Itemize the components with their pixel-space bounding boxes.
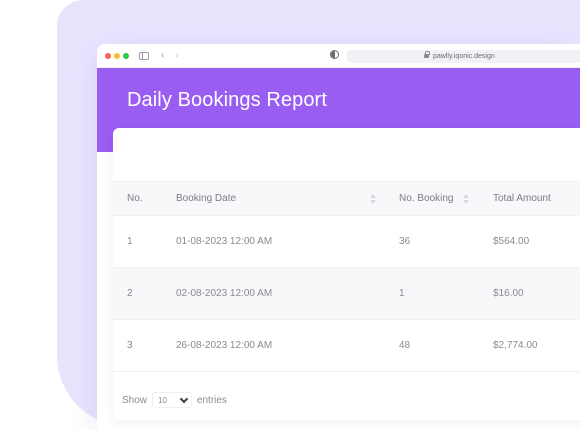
row-total-amount: $2,774.00 [493,340,538,351]
table-footer: Show 10 entries [122,392,227,408]
sort-icon[interactable] [370,194,376,205]
header-no[interactable]: No. [127,182,143,215]
address-text: pawlly.iqonic.design [433,53,495,60]
row-no-booking: 48 [399,340,411,351]
row-booking-date: 02-08-2023 12:00 AM [176,288,273,299]
maximize-window-button[interactable] [123,53,129,59]
back-icon[interactable]: ‹ [161,49,164,63]
table-row: 3 26-08-2023 12:00 AM 48 $2,774.00 [113,320,580,372]
minimize-window-button[interactable] [114,53,120,59]
show-label: Show [122,394,148,406]
row-no: 1 [127,236,133,247]
table-row: 1 01-08-2023 12:00 AM 36 $564.00 [113,216,580,268]
row-booking-date: 26-08-2023 12:00 AM [176,340,273,351]
browser-titlebar: ‹ › pawlly.iqonic.design [97,44,580,68]
row-total-amount: $564.00 [493,236,530,247]
row-booking-date: 01-08-2023 12:00 AM [176,236,273,247]
close-window-button[interactable] [105,53,111,59]
lock-icon [424,51,430,58]
table-row: 2 02-08-2023 12:00 AM 1 $16.00 [113,268,580,320]
entries-per-page-select[interactable]: 10 [152,392,192,408]
row-no: 2 [127,288,133,299]
entries-label: entries [196,394,227,406]
header-booking-date[interactable]: Booking Date [176,182,236,215]
shield-icon[interactable] [330,50,339,59]
table-header: No. Booking Date No. Booking Total Amoun… [113,181,580,216]
header-no-booking[interactable]: No. Booking [399,182,453,215]
row-total-amount: $16.00 [493,288,524,299]
row-no-booking: 1 [399,288,405,299]
page-title: Daily Bookings Report [127,89,327,111]
bookings-table: No. Booking Date No. Booking Total Amoun… [113,181,580,372]
forward-icon[interactable]: › [175,49,178,63]
sidebar-icon[interactable] [139,52,149,60]
entries-per-page-value: 10 [158,395,167,405]
row-no-booking: 36 [399,236,411,247]
address-bar[interactable]: pawlly.iqonic.design [347,50,580,63]
header-total-amount[interactable]: Total Amount [493,182,551,215]
browser-window: ‹ › pawlly.iqonic.design Daily Bookings … [97,44,580,430]
report-card: No. Booking Date No. Booking Total Amoun… [113,128,580,420]
sort-icon[interactable] [463,194,469,205]
chevron-down-icon [179,394,189,403]
row-no: 3 [127,340,133,351]
